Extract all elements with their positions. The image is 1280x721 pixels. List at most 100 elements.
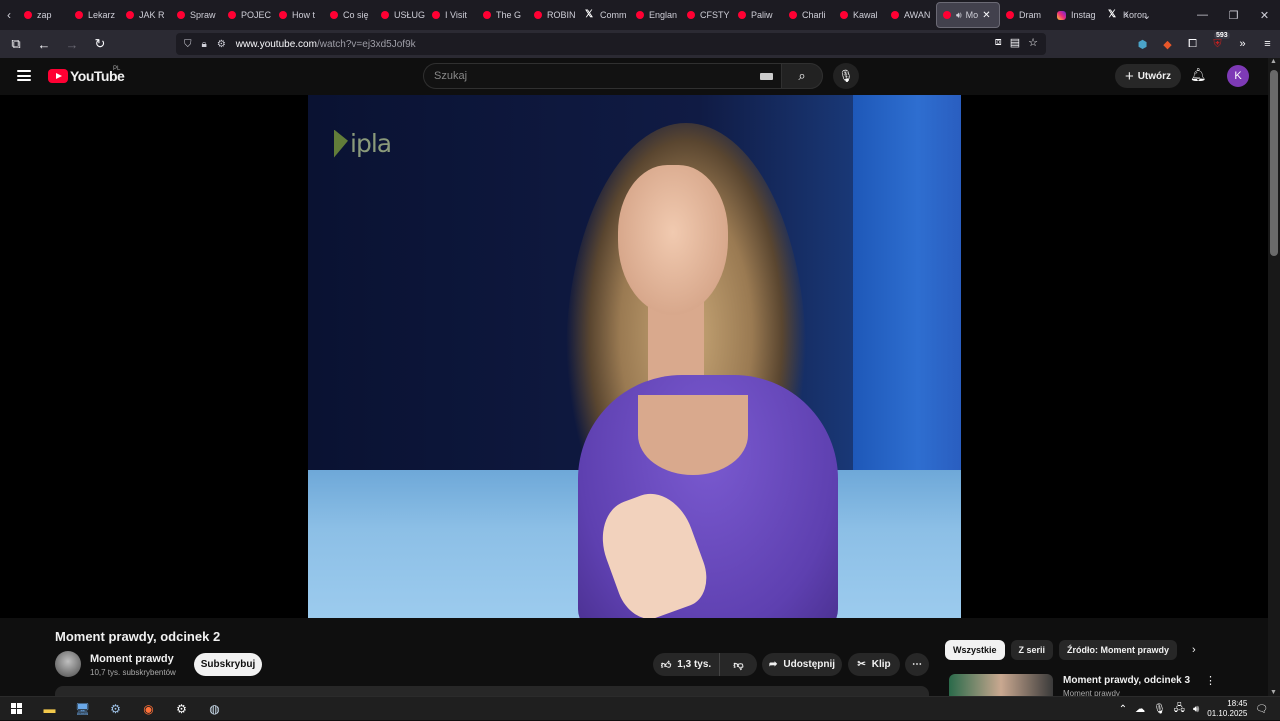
browser-tab[interactable]: USŁUG [375,2,426,28]
reload-icon[interactable]: ↻ [88,32,112,56]
tab-audio-icon[interactable]: 🔊︎ [956,10,962,21]
steam-icon[interactable]: ⚙︎ [99,697,132,721]
account-avatar[interactable]: K [1227,65,1249,87]
permissions-icon[interactable]: ⚙︎ [217,39,226,50]
sidebar-toggle-icon[interactable]: ⧉ [4,32,28,56]
reader-view-icon[interactable]: ▤ [1010,36,1020,49]
computer-app-icon[interactable]: 🖥︎ [66,697,99,721]
page-scrollbar[interactable]: ▲ ▼ [1268,58,1280,696]
tracking-protection-icon[interactable]: ⛉ [184,39,192,50]
description-box[interactable] [55,686,929,696]
browser-tab[interactable]: ROBIN [528,2,579,28]
share-button[interactable]: ➦ Udostępnij [762,653,842,676]
browser-tab[interactable]: Spraw [171,2,222,28]
tab-label: USŁUG [394,10,426,20]
browser-tab[interactable]: I Visit [426,2,477,28]
scroll-up-icon[interactable]: ▲ [1270,58,1277,65]
like-button[interactable]: 👍︎ 1,3 tys. [653,653,719,676]
close-tab-icon[interactable]: ✕ [982,10,990,21]
browser-tab[interactable]: JAK R [120,2,171,28]
scrollbar-thumb[interactable] [1270,70,1278,256]
firefox-icon[interactable]: ◉ [132,697,165,721]
browser-tab[interactable]: How t [273,2,324,28]
chips-next-icon[interactable]: › [1192,644,1196,656]
browser-tab[interactable]: Charli [783,2,834,28]
minimize-icon[interactable]: — [1187,9,1218,21]
forward-icon[interactable]: → [60,32,84,56]
onedrive-cloud-icon[interactable]: ☁ [1135,704,1145,715]
hamburger-menu-icon[interactable] [17,70,31,81]
close-window-icon[interactable]: ✕ [1249,9,1280,22]
tray-overflow-icon[interactable]: ⌃ [1119,704,1127,715]
youtube-logo[interactable]: YouTube PL [48,66,125,84]
voice-search-button[interactable]: 🎙︎ [833,63,859,89]
dislike-button[interactable]: 👎︎ [719,653,757,676]
volume-icon[interactable]: 🔊︎ [1193,704,1199,715]
browser-tab[interactable]: Englan [630,2,681,28]
list-all-tabs-icon[interactable]: ⌄ [1142,9,1151,22]
browser-tab[interactable]: AWAN [885,2,936,28]
browser-tab[interactable]: Instag [1051,2,1102,28]
subscribe-button[interactable]: Subskrybuj [194,653,262,676]
bookmark-star-icon[interactable]: ☆ [1028,36,1038,49]
filter-chip[interactable]: Źródło: Moment prawdy [1059,640,1178,660]
instagram-favicon-icon [1057,10,1066,20]
stage-light [853,95,961,485]
tab-label: ROBIN [547,10,576,20]
video-player[interactable]: ipla [0,95,1268,618]
file-explorer-icon[interactable]: ▬ [33,697,66,721]
search-input[interactable]: Szukaj [423,63,781,89]
lock-icon[interactable]: 🔒︎ [202,39,207,50]
browser-tab[interactable]: Kawal [834,2,885,28]
browser-tab[interactable]: Co się [324,2,375,28]
recommended-video-thumbnail[interactable] [949,674,1053,696]
browser-tab[interactable]: POJEC [222,2,273,28]
recommended-video-menu-icon[interactable]: ⋮ [1205,674,1216,687]
more-actions-button[interactable]: ⋯ [905,653,929,676]
browser-tab[interactable]: Lekarz [69,2,120,28]
x-favicon-icon: 𝕏 [585,9,594,20]
browser-tab[interactable]: Dram [1000,2,1051,28]
clip-button[interactable]: ✂ Klip [848,653,900,676]
filter-chip[interactable]: Wszystkie [945,640,1005,660]
browser-tab[interactable]: 🔊︎ Mo ✕ [936,2,1000,28]
network-icon[interactable]: 🖧 [1174,701,1185,718]
settings-gear-icon[interactable]: ⚙ [165,697,198,721]
ipla-play-icon [334,129,348,158]
tabs-scroll-right-icon[interactable]: › [1125,9,1129,21]
video-frame[interactable]: ipla [308,95,961,618]
address-bar[interactable]: ⛉ 🔒︎ ⚙︎ www.youtube.com /watch?v=ej3xd5J… [176,33,1046,55]
ublock-extension-icon[interactable]: ⛨ 593 [1205,31,1230,51]
microphone-tray-icon[interactable]: 🎙︎ [1153,704,1166,715]
fox-extension-icon[interactable]: ◆ [1155,38,1180,51]
share-label: Udostępnij [783,659,836,670]
channel-avatar[interactable] [55,651,81,677]
scroll-down-icon[interactable]: ▼ [1270,689,1277,696]
extensions-puzzle-icon[interactable]: ⧠ [1180,38,1205,51]
browser-tab-strip: ‹ zap Lekarz JAK R Spraw POJEC How t Co się USŁ… [0,0,1280,30]
picture-in-picture-icon[interactable]: ⧈ [995,36,1002,49]
tabs-scroll-left-icon[interactable]: ‹ [0,0,18,30]
browser-tab[interactable]: 𝕏 Comm [579,2,630,28]
notifications-icon[interactable]: 🗨︎ [1255,704,1268,715]
channel-name[interactable]: Moment prawdy [90,653,174,665]
notifications-bell-icon[interactable]: 🔔︎ [1190,67,1207,83]
browser-tab[interactable]: CFSTY [681,2,732,28]
overflow-menu-icon[interactable]: » [1230,38,1255,50]
filter-chip[interactable]: Z serii [1010,640,1054,660]
browser-tab[interactable]: Paliw [732,2,783,28]
search-button[interactable]: ⌕ [781,63,823,89]
recommended-video-title[interactable]: Moment prawdy, odcinek 3 [1063,675,1190,686]
browser-tab[interactable]: The G [477,2,528,28]
create-button[interactable]: + Utwórz [1115,64,1181,88]
start-button[interactable] [0,697,33,721]
browser-tab[interactable]: zap [18,2,69,28]
app-menu-icon[interactable]: ≡ [1255,38,1280,50]
restore-icon[interactable]: ❐ [1218,9,1249,22]
back-icon[interactable]: ← [32,32,56,56]
subscriber-count: 10,7 tys. subskrybentów [90,668,176,677]
app-icon[interactable]: ◍ [198,697,231,721]
taskbar-clock[interactable]: 18:45 01.10.2025 [1207,699,1247,719]
keyboard-icon[interactable] [760,73,773,80]
shield-extension-icon[interactable]: ⬢ [1130,38,1155,51]
